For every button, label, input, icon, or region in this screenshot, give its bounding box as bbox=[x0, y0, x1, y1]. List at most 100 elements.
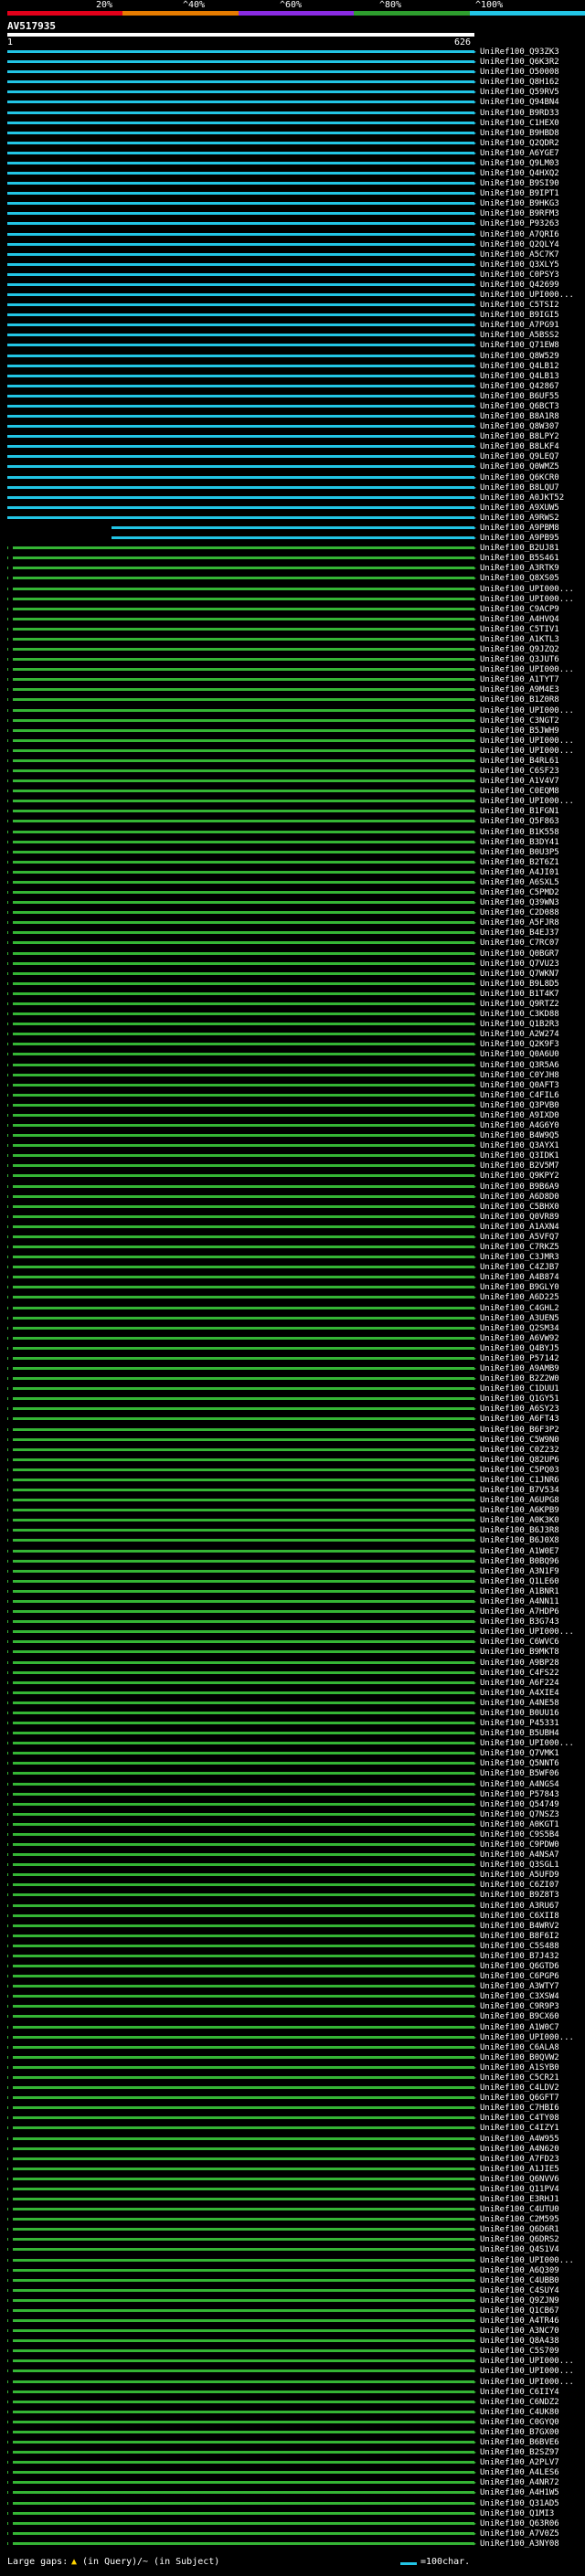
hit-label-link[interactable]: UniRef100_B5WF06 bbox=[480, 1769, 559, 1778]
hit-label-link[interactable]: UniRef100_B9HBD8 bbox=[480, 129, 559, 138]
hit-label-link[interactable]: UniRef100_A2PLV7 bbox=[480, 2458, 559, 2467]
hit-label-link[interactable]: UniRef100_A9RWS2 bbox=[480, 514, 559, 523]
hit-label-link[interactable]: UniRef100_C6WVC6 bbox=[480, 1638, 559, 1647]
hit-label-link[interactable]: UniRef100_B0QVW2 bbox=[480, 2053, 559, 2062]
hit-label-link[interactable]: UniRef100_Q3AYX1 bbox=[480, 1141, 559, 1150]
hit-label-link[interactable]: UniRef100_B6J3R8 bbox=[480, 1526, 559, 1535]
hit-label-link[interactable]: UniRef100_Q54749 bbox=[480, 1800, 559, 1809]
hit-label-link[interactable]: UniRef100_Q93ZK3 bbox=[480, 48, 559, 57]
hit-label-link[interactable]: UniRef100_A6FT43 bbox=[480, 1415, 559, 1424]
hit-label-link[interactable]: UniRef100_UPI000... bbox=[480, 2033, 574, 2042]
hit-label-link[interactable]: UniRef100_Q5NNT6 bbox=[480, 1759, 559, 1768]
hit-label-link[interactable]: UniRef100_A6Q309 bbox=[480, 2266, 559, 2275]
hit-label-link[interactable]: UniRef100_Q9LM03 bbox=[480, 159, 559, 168]
hit-label-link[interactable]: UniRef100_C4UTU0 bbox=[480, 2205, 559, 2214]
hit-label-link[interactable]: UniRef100_C0Z232 bbox=[480, 1446, 559, 1455]
hit-label-link[interactable]: UniRef100_A7PG91 bbox=[480, 321, 559, 330]
hit-label-link[interactable]: UniRef100_B1Z0R8 bbox=[480, 695, 559, 705]
hit-label-link[interactable]: UniRef100_B6UF55 bbox=[480, 392, 559, 401]
hit-label-link[interactable]: UniRef100_UPI000... bbox=[480, 1627, 574, 1637]
hit-label-link[interactable]: UniRef100_A3NY08 bbox=[480, 2539, 559, 2549]
hit-label-link[interactable]: UniRef100_C3XSW4 bbox=[480, 1992, 559, 2001]
hit-label-link[interactable]: UniRef100_B4W9Q5 bbox=[480, 1131, 559, 1140]
hit-label-link[interactable]: UniRef100_C0EQM8 bbox=[480, 787, 559, 796]
hit-label-link[interactable]: UniRef100_B9HKG3 bbox=[480, 199, 559, 208]
hit-label-link[interactable]: UniRef100_C4SUY4 bbox=[480, 2286, 559, 2295]
hit-label-link[interactable]: UniRef100_A6F224 bbox=[480, 1679, 559, 1688]
hit-label-link[interactable]: UniRef100_A7HDP6 bbox=[480, 1607, 559, 1617]
hit-label-link[interactable]: UniRef100_Q6GTD6 bbox=[480, 1962, 559, 1971]
hit-label-link[interactable]: UniRef100_A9M4E3 bbox=[480, 685, 559, 694]
hit-label-link[interactable]: UniRef100_Q8W307 bbox=[480, 422, 559, 431]
hit-label-link[interactable]: UniRef100_A5VFQ7 bbox=[480, 1233, 559, 1242]
hit-label-link[interactable]: UniRef100_Q2QLY4 bbox=[480, 240, 559, 249]
hit-label-link[interactable]: UniRef100_A1V4V7 bbox=[480, 777, 559, 786]
hit-label-link[interactable]: UniRef100_C5CR21 bbox=[480, 2073, 559, 2083]
hit-label-link[interactable]: UniRef100_Q3SGL1 bbox=[480, 1860, 559, 1870]
hit-label-link[interactable]: UniRef100_A1BNR1 bbox=[480, 1587, 559, 1596]
hit-label-link[interactable]: UniRef100_Q4LB12 bbox=[480, 362, 559, 371]
hit-label-link[interactable]: UniRef100_C5BHX0 bbox=[480, 1203, 559, 1212]
hit-label-link[interactable]: UniRef100_UPI000... bbox=[480, 2367, 574, 2376]
hit-label-link[interactable]: UniRef100_C6NDZ2 bbox=[480, 2398, 559, 2407]
hit-label-link[interactable]: UniRef100_B7J432 bbox=[480, 1952, 559, 1961]
hit-label-link[interactable]: UniRef100_Q9ZJN9 bbox=[480, 2296, 559, 2306]
hit-label-link[interactable]: UniRef100_C4GHL2 bbox=[480, 1304, 559, 1313]
hit-label-link[interactable]: UniRef100_B8F6I2 bbox=[480, 1932, 559, 1941]
hit-label-link[interactable]: UniRef100_Q1CB67 bbox=[480, 2306, 559, 2316]
hit-label-link[interactable]: UniRef100_C5TSI2 bbox=[480, 301, 559, 310]
hit-label-link[interactable]: UniRef100_A0KGT1 bbox=[480, 1820, 559, 1829]
hit-label-link[interactable]: UniRef100_A3NC70 bbox=[480, 2327, 559, 2336]
hit-label-link[interactable]: UniRef100_B9IGI5 bbox=[480, 311, 559, 320]
hit-label-link[interactable]: UniRef100_A4JI01 bbox=[480, 868, 559, 877]
hit-label-link[interactable]: UniRef100_B1T4K7 bbox=[480, 990, 559, 999]
hit-label-link[interactable]: UniRef100_Q3PVB0 bbox=[480, 1101, 559, 1110]
hit-label-link[interactable]: UniRef100_Q6D6R1 bbox=[480, 2225, 559, 2234]
hit-label-link[interactable]: UniRef100_B9Z8T3 bbox=[480, 1891, 559, 1900]
hit-label-link[interactable]: UniRef100_B5UBH4 bbox=[480, 1729, 559, 1738]
hit-label-link[interactable]: UniRef100_A9XUW5 bbox=[480, 504, 559, 513]
hit-label-link[interactable]: UniRef100_A4NGS4 bbox=[480, 1780, 559, 1789]
hit-label-link[interactable]: UniRef100_B0UU16 bbox=[480, 1709, 559, 1718]
hit-label-link[interactable]: UniRef100_B6BVE6 bbox=[480, 2438, 559, 2447]
hit-label-link[interactable]: UniRef100_Q7VU23 bbox=[480, 959, 559, 969]
hit-label-link[interactable]: UniRef100_A7FD23 bbox=[480, 2155, 559, 2164]
hit-label-link[interactable]: UniRef100_B9CX60 bbox=[480, 2012, 559, 2021]
hit-label-link[interactable]: UniRef100_C7HBI6 bbox=[480, 2104, 559, 2113]
hit-label-link[interactable]: UniRef100_Q1MI3 bbox=[480, 2509, 554, 2518]
hit-label-link[interactable]: UniRef100_B9MKT8 bbox=[480, 1648, 559, 1657]
hit-label-link[interactable]: UniRef100_A3UEN5 bbox=[480, 1314, 559, 1323]
hit-label-link[interactable]: UniRef100_C4IZY1 bbox=[480, 2124, 559, 2133]
hit-label-link[interactable]: UniRef100_Q0VR89 bbox=[480, 1213, 559, 1222]
hit-label-link[interactable]: UniRef100_B0U3P5 bbox=[480, 848, 559, 857]
hit-label-link[interactable]: UniRef100_A1W0C7 bbox=[480, 2023, 559, 2032]
hit-label-link[interactable]: UniRef100_A4NN11 bbox=[480, 1597, 559, 1606]
hit-label-link[interactable]: UniRef100_B9B6A9 bbox=[480, 1182, 559, 1192]
hit-label-link[interactable]: UniRef100_A3WTY7 bbox=[480, 1982, 559, 1991]
hit-label-link[interactable]: UniRef100_A1AXN4 bbox=[480, 1223, 559, 1232]
hit-label-link[interactable]: UniRef100_Q2K9F3 bbox=[480, 1040, 559, 1049]
hit-label-link[interactable]: UniRef100_Q8W529 bbox=[480, 352, 559, 361]
hit-label-link[interactable]: UniRef100_A3RTK9 bbox=[480, 564, 559, 573]
hit-label-link[interactable]: UniRef100_B8LQU7 bbox=[480, 483, 559, 493]
hit-label-link[interactable]: UniRef100_A6UPG8 bbox=[480, 1496, 559, 1505]
hit-label-link[interactable]: UniRef100_C6ZI07 bbox=[480, 1881, 559, 1890]
hit-label-link[interactable]: UniRef100_B6J0X8 bbox=[480, 1536, 559, 1545]
hit-label-link[interactable]: UniRef100_C1DUU1 bbox=[480, 1384, 559, 1394]
hit-label-link[interactable]: UniRef100_A4NE58 bbox=[480, 1699, 559, 1708]
hit-label-link[interactable]: UniRef100_Q0BGR7 bbox=[480, 949, 559, 959]
hit-label-link[interactable]: UniRef100_B9L8D5 bbox=[480, 980, 559, 989]
hit-label-link[interactable]: UniRef100_Q63R06 bbox=[480, 2519, 559, 2528]
hit-label-link[interactable]: UniRef100_A5UFD9 bbox=[480, 1871, 559, 1880]
hit-label-link[interactable]: UniRef100_B8A1R8 bbox=[480, 412, 559, 421]
hit-label-link[interactable]: UniRef100_A1JIE5 bbox=[480, 2165, 559, 2174]
hit-label-link[interactable]: UniRef100_A6D8D0 bbox=[480, 1193, 559, 1202]
hit-label-link[interactable]: UniRef100_C6SF23 bbox=[480, 767, 559, 776]
hit-label-link[interactable]: UniRef100_C6PGP6 bbox=[480, 1972, 559, 1981]
hit-label-link[interactable]: UniRef100_Q3R5A6 bbox=[480, 1061, 559, 1070]
hit-label-link[interactable]: UniRef100_B9RFM3 bbox=[480, 209, 559, 218]
hit-label-link[interactable]: UniRef100_A5BSS2 bbox=[480, 331, 559, 340]
hit-label-link[interactable]: UniRef100_Q7VMK1 bbox=[480, 1749, 559, 1758]
hit-label-link[interactable]: UniRef100_B2V5M7 bbox=[480, 1161, 559, 1171]
hit-label-link[interactable]: UniRef100_A4H1W5 bbox=[480, 2488, 559, 2497]
